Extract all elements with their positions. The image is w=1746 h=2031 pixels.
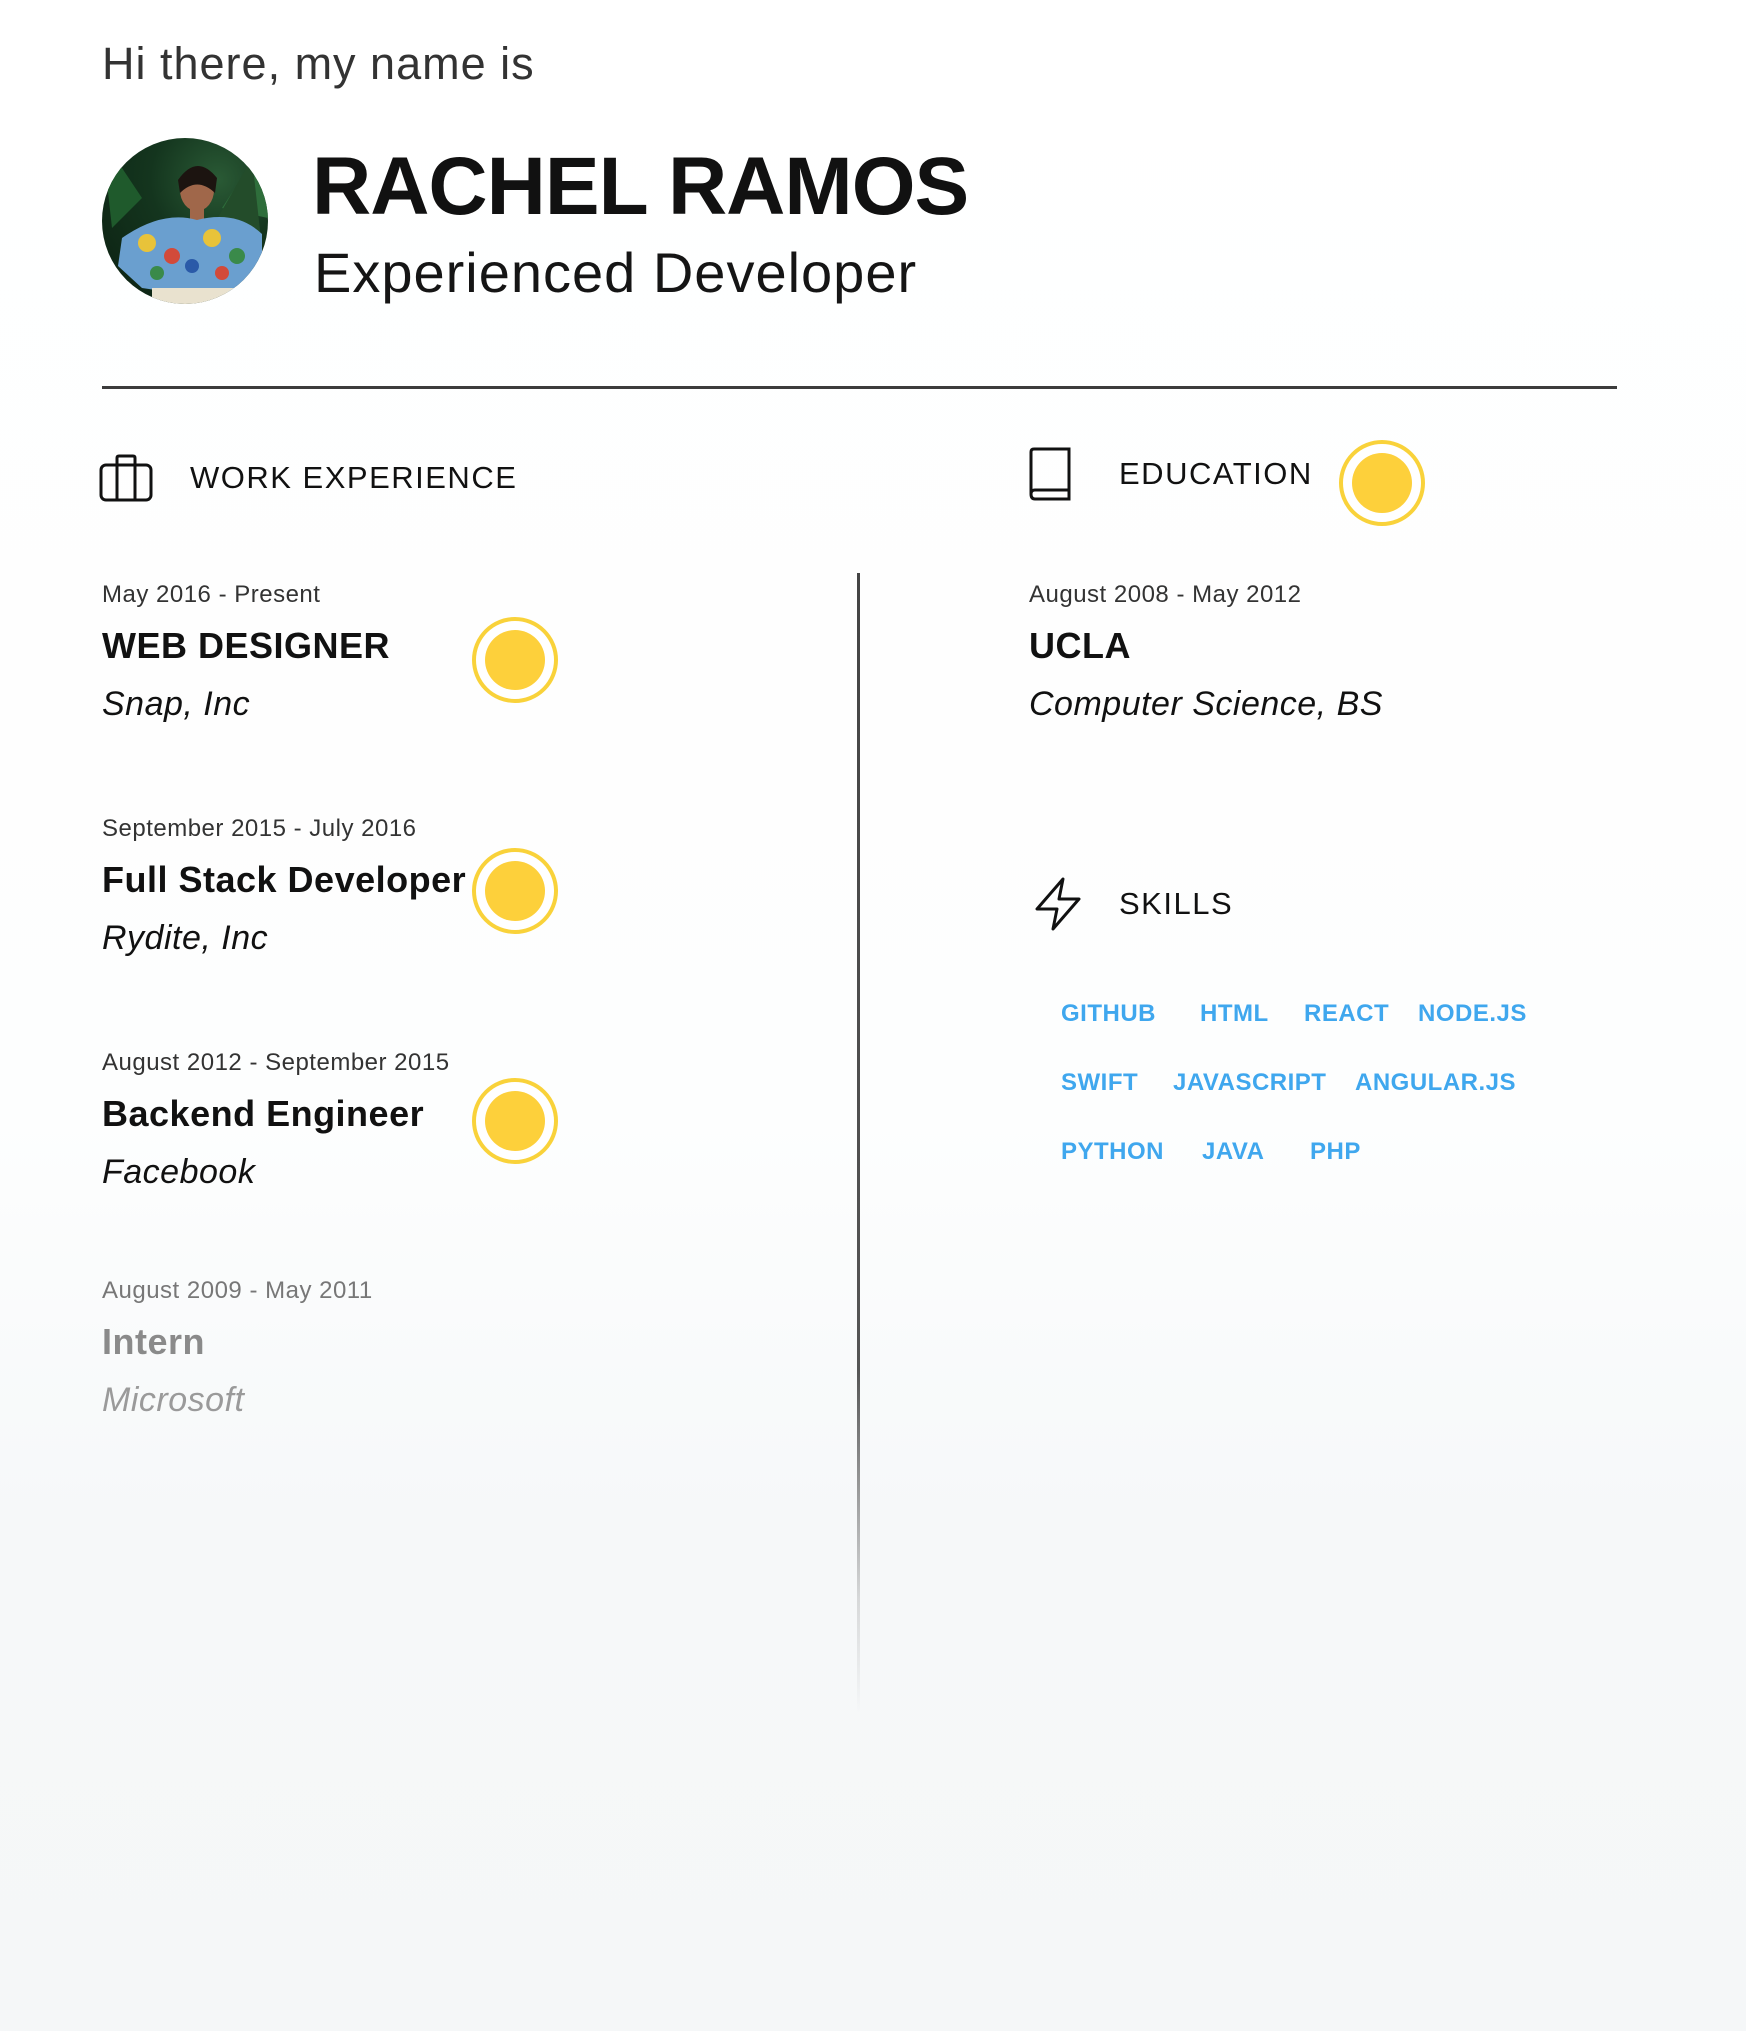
avatar	[102, 138, 268, 304]
column-divider	[857, 573, 860, 1713]
work-entry-date: May 2016 - Present	[102, 581, 321, 608]
skill-tag: JAVA	[1202, 1138, 1265, 1165]
work-entry-company: Microsoft	[102, 1381, 245, 1419]
work-entry: August 2012 - September 2015 Backend Eng…	[102, 1049, 450, 1192]
work-entry-title: Full Stack Developer	[102, 859, 467, 900]
greeting-text: Hi there, my name is	[102, 38, 535, 89]
skills-heading: SKILLS	[1030, 877, 1234, 931]
person-name: RACHEL RAMOS	[312, 141, 969, 232]
work-entry: August 2009 - May 2011 Intern Microsoft	[102, 1277, 373, 1420]
work-entry-title: Backend Engineer	[102, 1093, 425, 1134]
skill-tag: PYTHON	[1061, 1138, 1165, 1165]
skill-tag: HTML	[1200, 1000, 1269, 1027]
work-entry: September 2015 - July 2016 Full Stack De…	[102, 815, 466, 958]
work-entry-company: Rydite, Inc	[102, 919, 269, 957]
education-heading: EDUCATION	[1021, 447, 1313, 501]
skills-row: PYTHON JAVA PHP	[1061, 1138, 1621, 1207]
education-entry: August 2008 - May 2012 UCLA Computer Sci…	[1029, 581, 1383, 724]
skill-tag: REACT	[1304, 1000, 1390, 1027]
work-entry: May 2016 - Present WEB DESIGNER Snap, In…	[102, 581, 390, 724]
skills-row: SWIFT JAVASCRIPT ANGULAR.JS	[1061, 1069, 1621, 1138]
lightning-icon	[1030, 877, 1086, 931]
work-entry-marker-dot	[472, 1078, 558, 1164]
skills-row: GITHUB HTML REACT NODE.JS	[1061, 1000, 1621, 1069]
work-entry-marker-dot	[472, 617, 558, 703]
skill-tag: GITHUB	[1061, 1000, 1156, 1027]
skill-tag: SWIFT	[1061, 1069, 1139, 1096]
resume-page: Hi there, my name is RACHEL RAMOS Experi…	[0, 0, 1746, 2031]
work-entry-company: Facebook	[102, 1153, 256, 1191]
skill-tag: NODE.JS	[1418, 1000, 1527, 1027]
skills-list: GITHUB HTML REACT NODE.JS SWIFT JAVASCRI…	[1061, 1000, 1621, 1207]
work-entry-date: August 2009 - May 2011	[102, 1277, 373, 1304]
person-role: Experienced Developer	[314, 241, 918, 304]
skill-tag: JAVASCRIPT	[1173, 1069, 1327, 1096]
work-entry-title: Intern	[102, 1321, 206, 1362]
education-label: EDUCATION	[1119, 456, 1313, 491]
work-entry-marker-dot	[472, 848, 558, 934]
briefcase-icon	[98, 452, 154, 504]
work-entry-title: WEB DESIGNER	[102, 625, 391, 666]
education-entry-date: August 2008 - May 2012	[1029, 581, 1302, 608]
book-icon	[1021, 447, 1077, 501]
skill-tag: PHP	[1310, 1138, 1361, 1165]
work-experience-label: WORK EXPERIENCE	[190, 460, 518, 495]
skill-tag: ANGULAR.JS	[1355, 1069, 1517, 1096]
skills-label: SKILLS	[1119, 886, 1234, 921]
work-entry-company: Snap, Inc	[102, 685, 251, 723]
work-entry-date: September 2015 - July 2016	[102, 815, 417, 842]
education-marker-dot	[1339, 440, 1425, 526]
education-entry-degree: Computer Science, BS	[1029, 685, 1383, 723]
work-entry-date: August 2012 - September 2015	[102, 1049, 450, 1076]
education-entry-school: UCLA	[1029, 625, 1131, 666]
work-experience-heading: WORK EXPERIENCE	[98, 452, 517, 504]
header-divider	[102, 386, 1617, 389]
